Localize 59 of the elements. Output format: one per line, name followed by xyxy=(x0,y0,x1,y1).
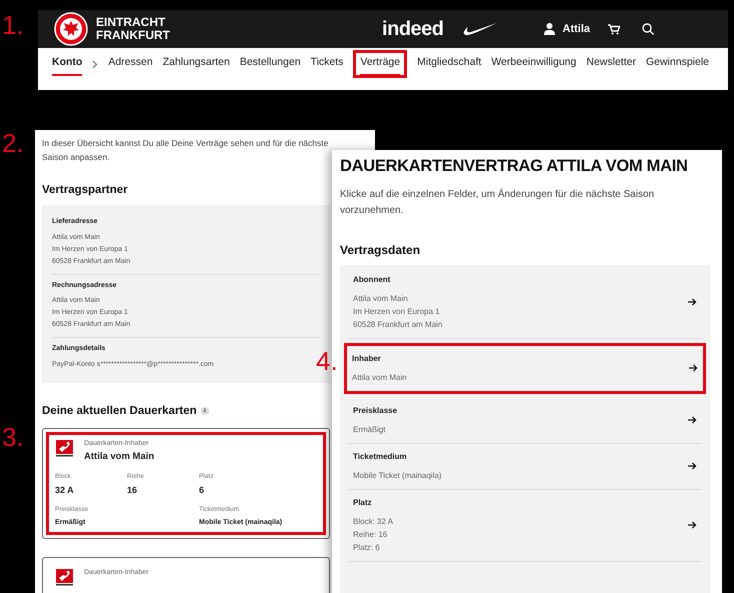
row-value: Block: 32 A xyxy=(353,516,394,528)
step-number: 1. xyxy=(2,12,24,38)
league-logo-icon xyxy=(55,568,74,588)
row-value: Im Herzen von Europa 1 xyxy=(353,306,441,318)
nav-tab[interactable]: Adressen xyxy=(108,52,153,76)
row-value: Attila vom Main xyxy=(353,292,409,305)
row-label: Inhaber xyxy=(352,352,382,365)
nav-tab[interactable]: Zahlungsarten xyxy=(162,52,230,76)
row-label: Ticketmedium xyxy=(353,450,408,463)
card-holder-name: Attila vom Main xyxy=(84,450,154,464)
arrow-right-icon xyxy=(688,363,698,374)
section-heading: Vertragspartner xyxy=(42,183,128,198)
contract-data-row[interactable]: Preisklasse Ermäßigt xyxy=(348,398,702,444)
nav-tab[interactable]: Konto xyxy=(52,52,82,76)
contract-title: DAUERKARTENVERTRAG ATTILA VOM MAIN xyxy=(340,156,689,177)
row-value: Reihe: 16 xyxy=(353,528,388,541)
contract-data-row[interactable]: Inhaber Attila vom Main xyxy=(344,342,706,394)
row-label: Preisklasse xyxy=(353,404,398,417)
section-heading: Deine aktuellen Dauerkarten xyxy=(42,404,197,419)
step-number: 3. xyxy=(2,424,24,450)
nav-tab[interactable]: Bestellungen xyxy=(240,52,301,76)
nav-tab[interactable]: Mitgliedschaft xyxy=(417,52,482,76)
swoosh-logo-icon xyxy=(462,22,498,36)
user-name[interactable]: Attila xyxy=(562,20,590,38)
contract-data-row[interactable]: Ticketmedium Mobile Ticket (mainaqila) xyxy=(348,444,702,490)
arrow-right-icon xyxy=(687,520,697,530)
search-icon[interactable] xyxy=(642,23,654,35)
arrow-right-icon xyxy=(687,415,697,426)
section-heading: Vertragsdaten xyxy=(340,242,422,259)
nav-tab[interactable]: Tickets xyxy=(310,52,344,76)
contract-data-row[interactable]: Abonnent Attila vom Main Im Herzen von Europa 1 60528 Frankfurt am Main xyxy=(348,266,702,339)
arrow-right-icon xyxy=(687,297,697,308)
intro-text: In dieser Übersicht kannst Du alle Deine Verträge sehen und für die nächste Saison anpassen. xyxy=(42,137,330,164)
user-icon[interactable] xyxy=(544,23,554,35)
club-crest-icon xyxy=(54,12,88,46)
row-label: Platz xyxy=(353,496,373,509)
field-value: 32 A xyxy=(55,484,75,496)
cart-icon[interactable] xyxy=(608,24,620,34)
club-name: EINTRACHT xyxy=(96,16,166,29)
arrow-right-icon xyxy=(687,461,697,472)
row-label: Abonnent xyxy=(353,274,392,286)
step-number: 4. xyxy=(316,348,338,374)
row-value: Mobile Ticket (mainaqila) xyxy=(353,470,442,482)
nav-tab[interactable]: Werbeeinwilligung xyxy=(491,52,576,76)
league-logo-icon xyxy=(55,439,74,458)
row-value: Attila vom Main xyxy=(352,372,407,384)
field-value: 16 xyxy=(127,484,138,496)
step-number: 2. xyxy=(2,130,24,156)
contract-data-row[interactable]: Platz Block: 32 A Reihe: 16 Platz: 6 xyxy=(348,490,702,562)
club-name: FRANKFURT xyxy=(96,29,170,42)
row-value: Ermäßigt xyxy=(353,424,386,436)
row-value: Platz: 6 xyxy=(353,542,381,554)
nav-tab[interactable]: Newsletter xyxy=(586,52,636,76)
nav-tab[interactable]: Gewinnspiele xyxy=(646,52,710,76)
row-value: 60528 Frankfurt am Main xyxy=(353,318,442,331)
field-value: 6 xyxy=(199,484,206,496)
chevron-right-icon xyxy=(92,60,98,68)
sponsor-logo: indeed xyxy=(382,17,444,42)
intro-text: Klicke auf die einzelnen Felder, um Änderungen für die nächste Saison vorzunehmen. xyxy=(340,188,656,218)
